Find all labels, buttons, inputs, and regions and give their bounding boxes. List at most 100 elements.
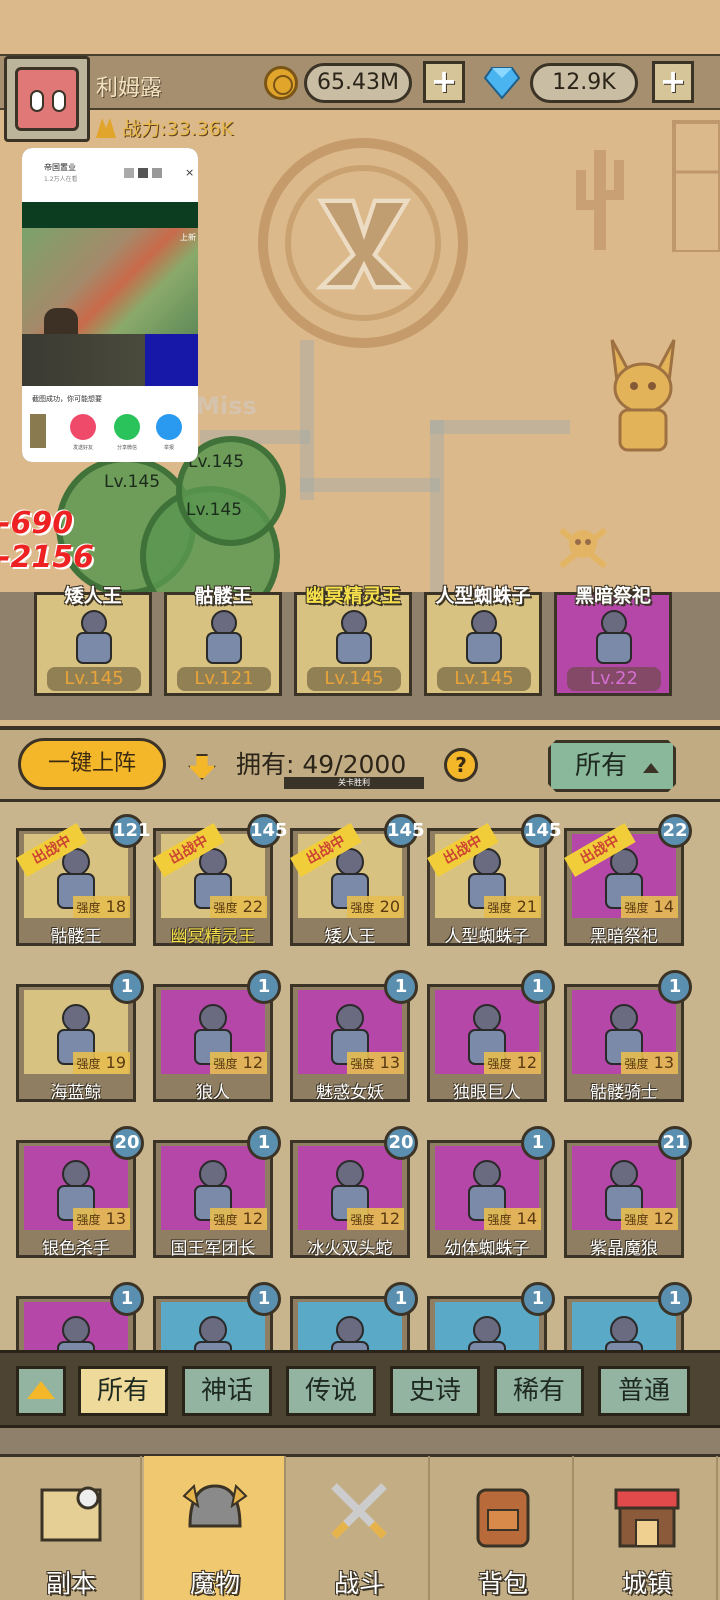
monster-name: 骷髅王: [50, 927, 102, 947]
rarity-filter-1[interactable]: 神话: [182, 1366, 272, 1416]
monster-card[interactable]: 出战中 强度 18 骷髅王 121: [16, 814, 151, 947]
slime-face-icon: [15, 67, 79, 131]
strength-tag: 强度 22: [209, 896, 267, 918]
level-badge: 1: [384, 970, 418, 1004]
rarity-filter-4[interactable]: 稀有: [494, 1366, 584, 1416]
player-avatar[interactable]: [4, 56, 90, 142]
level-badge: 20: [110, 1126, 144, 1160]
team-member-level: Lv.145: [437, 667, 531, 691]
nav-item-1[interactable]: 魔物: [144, 1456, 286, 1600]
monster-card[interactable]: 出战中 强度 22 幽冥精灵王 145: [153, 814, 288, 947]
monster-portrait-icon: [468, 1316, 506, 1350]
team-member-level: Lv.121: [177, 667, 271, 691]
team-slot[interactable]: 幽冥精灵王 Lv.145: [294, 585, 412, 696]
monster-card[interactable]: 1: [16, 1282, 144, 1350]
send-icon[interactable]: [70, 414, 96, 440]
strength-label: 强度: [76, 1057, 101, 1071]
monster-name: 魅惑女妖: [316, 1083, 384, 1103]
team-slot[interactable]: 黑暗祭祀 Lv.22: [554, 585, 672, 696]
owned-label: 拥有:: [236, 750, 295, 779]
eye: [52, 90, 66, 112]
level-badge: 21: [658, 1126, 692, 1160]
monster-portrait-icon: [596, 610, 632, 664]
divider: [0, 1428, 720, 1454]
deploy-all-button[interactable]: 一键上阵: [18, 738, 166, 790]
cat-monster-icon: [610, 339, 676, 452]
monster-card[interactable]: 强度 13 银色杀手 20: [16, 1126, 144, 1259]
nav-item-4[interactable]: 城镇: [576, 1456, 718, 1600]
viewer-avatars: [124, 168, 174, 178]
filter-dropdown[interactable]: 所有: [548, 740, 676, 792]
strength-label: 强度: [624, 1057, 649, 1071]
level-badge: 145: [384, 814, 425, 848]
monster-card[interactable]: 强度 12 狼人 1: [153, 970, 281, 1103]
monster-card[interactable]: 1: [153, 1282, 281, 1350]
monster-card[interactable]: 1: [427, 1282, 555, 1350]
level-badge: 1: [110, 1282, 144, 1316]
report-icon[interactable]: [156, 414, 182, 440]
strength-tag: 强度 21: [483, 896, 541, 918]
streamer-image: [44, 308, 78, 334]
unit-level: Lv.145: [186, 500, 243, 520]
strength-value: 22: [242, 897, 263, 916]
team-member-name: 幽冥精灵王: [305, 585, 401, 607]
floating-video-window[interactable]: 帝国置业 1.2万人在看 × 上新 截图成功，你可能想要 发送好友 分享微信 举…: [22, 148, 198, 462]
monster-card[interactable]: 1: [290, 1282, 418, 1350]
collapse-button[interactable]: [16, 1366, 66, 1416]
nav-item-2[interactable]: 战斗: [288, 1456, 430, 1600]
team-slot[interactable]: 人型蜘蛛子 Lv.145: [424, 585, 542, 696]
monster-card[interactable]: 出战中 强度 21 人型蜘蛛子 145: [427, 814, 562, 947]
monster-grid: 出战中 强度 18 骷髅王 121 出战中 强度 22 幽冥精灵王 145 出战中 强度 20 矮人…: [0, 802, 720, 1350]
team-member-level: Lv.145: [307, 667, 401, 691]
nav-item-0[interactable]: 副本: [0, 1456, 142, 1600]
monster-card[interactable]: 强度 12 国王军团长 1: [153, 1126, 281, 1259]
nav-label: 战斗: [333, 1569, 384, 1598]
nav-label: 魔物: [189, 1569, 240, 1598]
monster-card[interactable]: 强度 12 冰火双头蛇 20: [290, 1126, 418, 1259]
strength-label: 强度: [213, 1057, 238, 1071]
team-slot[interactable]: 矮人王 Lv.145: [34, 585, 152, 696]
add-gem-button[interactable]: +: [652, 61, 694, 103]
monster-name: 海蓝鲸: [50, 1083, 102, 1103]
strength-tag: 强度 13: [346, 1052, 404, 1074]
team-member-name: 矮人王: [64, 585, 122, 607]
team-slot[interactable]: 骷髅王 Lv.121: [164, 585, 282, 696]
monster-card[interactable]: 强度 14 幼体蜘蛛子 1: [427, 1126, 555, 1259]
monster-card[interactable]: 强度 12 独眼巨人 1: [427, 970, 555, 1103]
monster-portrait-icon: [466, 610, 502, 664]
combat-power-text: 战力:33.36K: [122, 118, 234, 140]
close-icon[interactable]: ×: [185, 166, 194, 179]
gem-amount: 12.9K: [530, 63, 638, 103]
owned-subtext: 关卡胜利: [284, 777, 424, 789]
add-gold-button[interactable]: +: [423, 61, 465, 103]
map-road: [430, 420, 570, 434]
eye: [30, 90, 44, 112]
level-badge: 1: [247, 970, 281, 1004]
wechat-icon[interactable]: [114, 414, 140, 440]
strength-value: 12: [379, 1209, 400, 1228]
nav-label: 副本: [45, 1569, 96, 1598]
building-icon: [672, 120, 720, 252]
strength-tag: 强度 14: [620, 896, 678, 918]
level-badge: 1: [247, 1126, 281, 1160]
nav-item-3[interactable]: 背包: [432, 1456, 574, 1600]
monster-card[interactable]: 出战中 强度 14 黑暗祭祀 22: [564, 814, 692, 947]
shop-icon: [614, 1488, 680, 1548]
monster-card[interactable]: 强度 19 海蓝鲸 1: [16, 970, 144, 1103]
team-member-name: 人型蜘蛛子: [435, 585, 531, 607]
monster-card[interactable]: 1: [564, 1282, 692, 1350]
monster-portrait-icon: [331, 1316, 369, 1350]
rarity-filter-5[interactable]: 普通: [598, 1366, 690, 1416]
rarity-filter-0[interactable]: 所有: [78, 1366, 168, 1416]
rarity-filter-2[interactable]: 传说: [286, 1366, 376, 1416]
map-road: [430, 420, 444, 600]
help-button[interactable]: ?: [444, 748, 478, 782]
monster-card[interactable]: 强度 12 紫晶魔狼 21: [564, 1126, 692, 1259]
level-badge: 145: [247, 814, 288, 848]
monster-card[interactable]: 强度 13 骷髅骑士 1: [564, 970, 692, 1103]
monster-card[interactable]: 出战中 强度 20 矮人王 145: [290, 814, 425, 947]
rarity-filter-3[interactable]: 史诗: [390, 1366, 480, 1416]
strength-value: 12: [516, 1053, 537, 1072]
monster-card[interactable]: 强度 13 魅惑女妖 1: [290, 970, 418, 1103]
screenshot-thumbnail[interactable]: [30, 414, 46, 448]
